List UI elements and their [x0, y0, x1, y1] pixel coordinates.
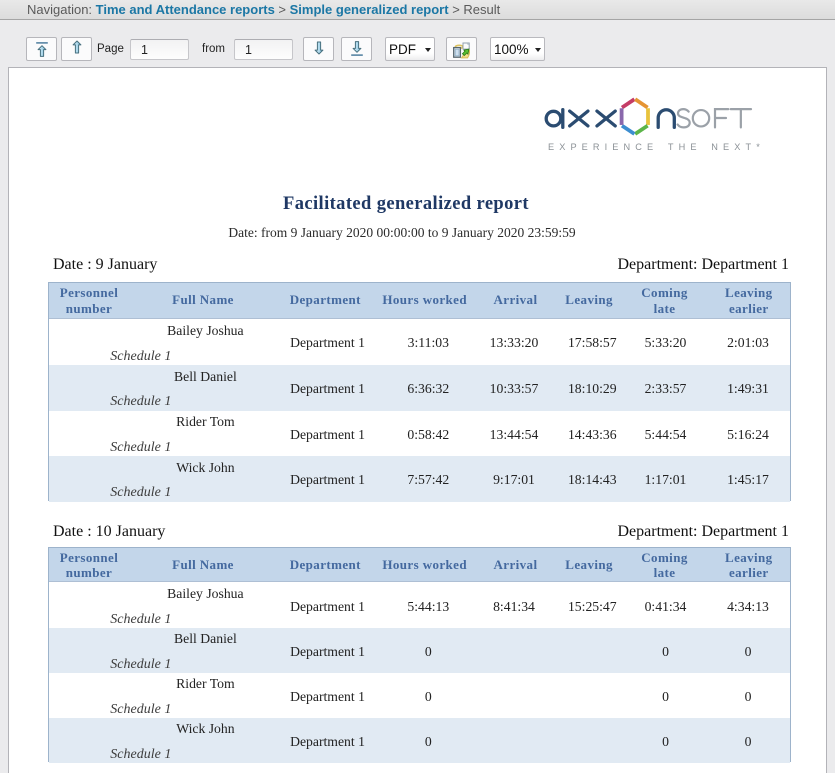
svg-text:EXPERIENCE THE NEXT*: EXPERIENCE THE NEXT* — [548, 142, 765, 152]
